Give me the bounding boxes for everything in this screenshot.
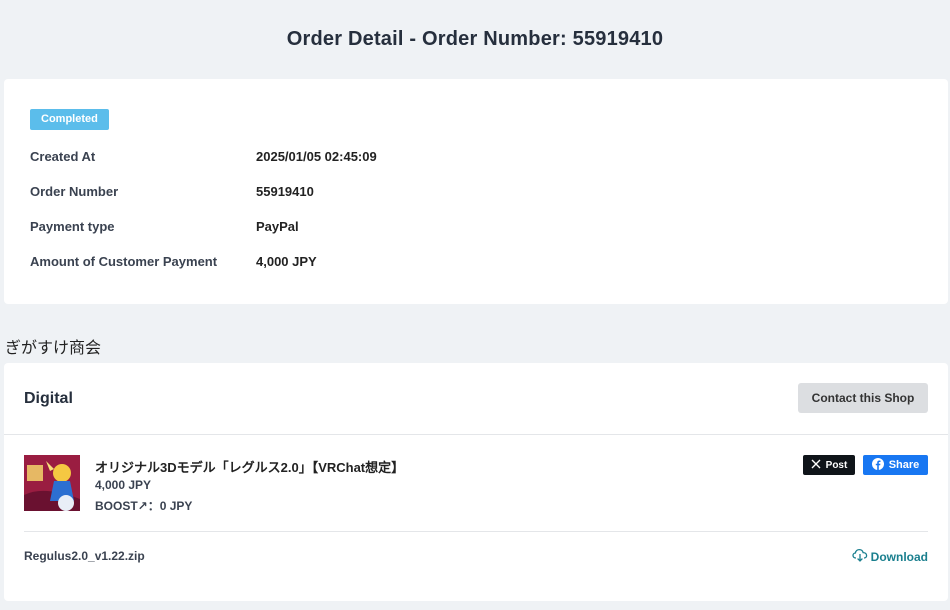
info-value: 55919410 — [256, 184, 314, 199]
shop-name[interactable]: ぎがすけ商会 — [5, 334, 101, 358]
divider — [4, 434, 948, 435]
info-label: Created At — [30, 149, 96, 164]
contact-shop-button[interactable]: Contact this Shop — [798, 383, 928, 413]
info-value: 2025/01/05 02:45:09 — [256, 149, 377, 164]
info-label: Amount of Customer Payment — [30, 254, 218, 269]
download-label: Download — [870, 549, 928, 564]
x-logo-icon — [811, 459, 821, 472]
info-value: 4,000 JPY — [256, 254, 317, 269]
info-row-created-at: Created At 2025/01/05 02:45:09 — [30, 149, 930, 169]
facebook-share-label: Share — [888, 459, 920, 471]
product-price: 4,000 JPY — [95, 478, 152, 492]
cloud-download-icon — [852, 548, 868, 565]
divider — [24, 531, 928, 532]
info-value: PayPal — [256, 219, 299, 234]
order-info-card: Completed Created At 2025/01/05 02:45:09… — [4, 79, 948, 304]
facebook-logo-icon — [871, 457, 884, 473]
product-thumbnail[interactable] — [24, 455, 80, 511]
shop-order-card: Digital Contact this Shop オリジナル3Dモデル「レグル… — [4, 363, 948, 601]
download-link[interactable]: Download — [852, 548, 928, 565]
product-thumbnail-image — [24, 455, 80, 511]
x-post-button[interactable]: Post — [803, 455, 855, 475]
x-post-label: Post — [825, 459, 848, 471]
page-title: Order Detail - Order Number: 55919410 — [286, 28, 664, 50]
product-boost[interactable]: BOOST↗︎：0 JPY — [95, 497, 192, 514]
facebook-share-button[interactable]: Share — [863, 455, 928, 475]
file-name: Regulus2.0_v1.22.zip — [24, 549, 145, 563]
info-row-order-number: Order Number 55919410 — [30, 184, 930, 204]
info-label: Order Number — [30, 184, 119, 199]
product-title[interactable]: オリジナル3Dモデル「レグルス2.0」【VRChat想定】 — [95, 457, 404, 476]
info-row-payment-type: Payment type PayPal — [30, 219, 930, 239]
status-badge: Completed — [30, 109, 109, 130]
section-title: Digital — [24, 390, 73, 407]
info-row-amount: Amount of Customer Payment 4,000 JPY — [30, 254, 930, 274]
info-label: Payment type — [30, 219, 115, 234]
